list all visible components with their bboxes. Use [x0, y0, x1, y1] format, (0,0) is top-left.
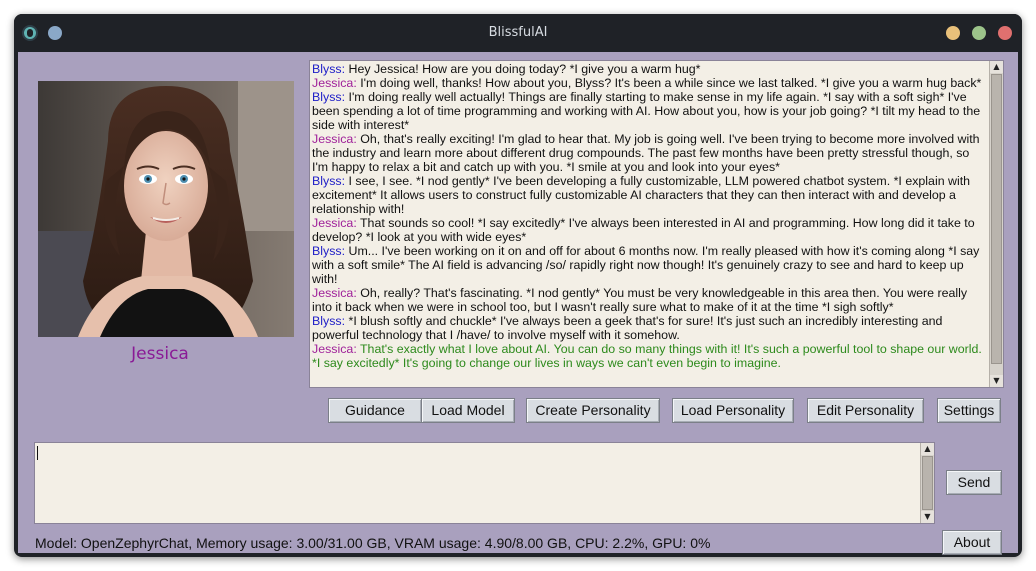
- input-scroll-thumb[interactable]: [922, 456, 933, 510]
- close-button[interactable]: [998, 26, 1012, 40]
- chat-message-text: I'm doing well, thanks! How about you, B…: [360, 76, 982, 90]
- chat-message-speaker: Blyss:: [312, 314, 346, 328]
- chat-message-speaker: Blyss:: [312, 62, 346, 76]
- chat-message-speaker: Blyss:: [312, 174, 346, 188]
- chat-message-speaker: Jessica:: [312, 286, 357, 300]
- text-caret: [37, 446, 38, 460]
- main-panel: Jessica Blyss: Hey Jessica! How are you …: [18, 52, 1018, 555]
- window-title: BlissfulAI: [488, 25, 548, 40]
- settings-button[interactable]: Settings: [937, 398, 1001, 423]
- chat-message: Jessica: Oh, really? That's fascinating.…: [312, 286, 986, 314]
- chat-scrollbar[interactable]: ▲ ▼: [989, 61, 1003, 387]
- character-portrait: [38, 81, 294, 337]
- input-scroll-up-arrow-icon[interactable]: ▲: [921, 443, 934, 455]
- chat-message-speaker: Jessica:: [312, 132, 357, 146]
- scroll-up-arrow-icon[interactable]: ▲: [990, 61, 1003, 73]
- chat-message-text: I'm doing really well actually! Things a…: [312, 90, 981, 132]
- chat-message-speaker: Blyss:: [312, 244, 346, 258]
- chat-messages: Blyss: Hey Jessica! How are you doing to…: [312, 62, 986, 370]
- input-scrollbar[interactable]: ▲ ▼: [920, 443, 934, 523]
- character-name: Jessica: [131, 344, 189, 364]
- message-input[interactable]: ▲ ▼: [34, 442, 935, 524]
- load-model-button[interactable]: Load Model: [421, 398, 515, 423]
- chat-message: Blyss: Hey Jessica! How are you doing to…: [312, 62, 986, 76]
- chat-message: Jessica: Oh, that's really exciting! I'm…: [312, 132, 986, 174]
- chat-message-text: Oh, really? That's fascinating. *I nod g…: [312, 286, 968, 314]
- chat-message-text: Um... I've been working on it on and off…: [312, 244, 980, 286]
- chat-message: Blyss: *I blush softly and chuckle* I've…: [312, 314, 986, 342]
- scroll-down-arrow-icon[interactable]: ▼: [990, 375, 1003, 387]
- chat-message-speaker: Blyss:: [312, 90, 346, 104]
- chat-message-speaker: Jessica:: [312, 216, 357, 230]
- chat-message: Blyss: Um... I've been working on it on …: [312, 244, 986, 286]
- chat-message-text: I see, I see. *I nod gently* I've been d…: [312, 174, 971, 216]
- chat-message-text: That's exactly what I love about AI. You…: [312, 342, 982, 370]
- chat-message: Blyss: I'm doing really well actually! T…: [312, 90, 986, 132]
- chat-message-text: Oh, that's really exciting! I'm glad to …: [312, 132, 980, 174]
- chat-message-speaker: Jessica:: [312, 342, 357, 356]
- about-button[interactable]: About: [942, 530, 1002, 555]
- app-window: BlissfulAI Jessica Blyss: Hey Jessica! H…: [14, 14, 1022, 557]
- create-personality-button[interactable]: Create Personality: [526, 398, 660, 423]
- maximize-button[interactable]: [972, 26, 986, 40]
- chat-message: Jessica: I'm doing well, thanks! How abo…: [312, 76, 986, 90]
- chat-message: Jessica: That sounds so cool! *I say exc…: [312, 216, 986, 244]
- chat-log[interactable]: Blyss: Hey Jessica! How are you doing to…: [309, 60, 1004, 388]
- chat-message: Blyss: I see, I see. *I nod gently* I've…: [312, 174, 986, 216]
- send-button[interactable]: Send: [946, 470, 1002, 495]
- guidance-button[interactable]: Guidance: [328, 398, 422, 423]
- chat-message-speaker: Jessica:: [312, 76, 357, 90]
- character-portrait-image: [38, 81, 294, 337]
- scroll-thumb[interactable]: [991, 74, 1002, 364]
- chat-message-text: That sounds so cool! *I say excitedly* I…: [312, 216, 975, 244]
- title-bar[interactable]: BlissfulAI: [14, 14, 1022, 52]
- chat-message: Jessica: That's exactly what I love abou…: [312, 342, 986, 370]
- chat-message-text: *I blush softly and chuckle* I've always…: [312, 314, 943, 342]
- input-scroll-down-arrow-icon[interactable]: ▼: [921, 511, 934, 523]
- minimize-button[interactable]: [946, 26, 960, 40]
- status-bar-text: Model: OpenZephyrChat, Memory usage: 3.0…: [35, 535, 711, 551]
- chat-message-text: Hey Jessica! How are you doing today? *I…: [348, 62, 701, 76]
- load-personality-button[interactable]: Load Personality: [672, 398, 794, 423]
- edit-personality-button[interactable]: Edit Personality: [807, 398, 924, 423]
